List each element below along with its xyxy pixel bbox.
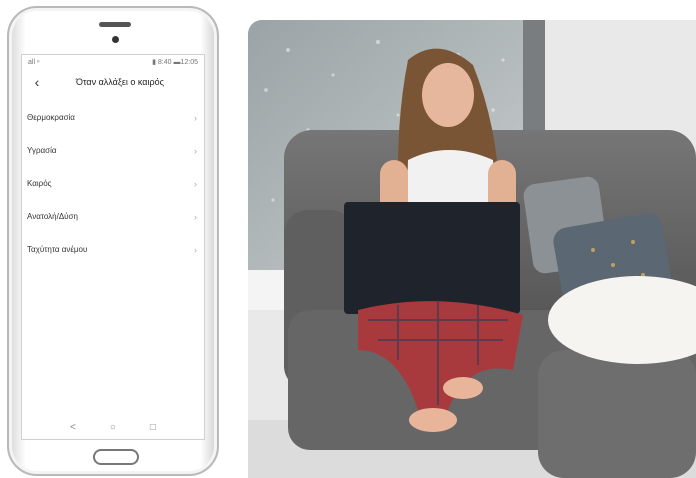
phone-camera — [112, 36, 119, 43]
list-item-humidity[interactable]: Υγρασία › — [22, 134, 204, 167]
chevron-right-icon: › — [194, 244, 197, 255]
chevron-right-icon: › — [194, 178, 197, 189]
battery-time-indicator: ▮ 8:40 ▬12:05 — [152, 59, 198, 66]
nav-home-button[interactable]: ○ — [110, 422, 116, 433]
phone-mockup: all ⁿ ▮ 8:40 ▬12:05 ‹ Όταν αλλάξει ο και… — [7, 6, 219, 476]
app-header: ‹ Όταν αλλάξει ο καιρός — [22, 69, 204, 95]
woman-on-sofa-illustration — [248, 20, 696, 478]
nav-back-button[interactable]: < — [70, 422, 76, 433]
list-item-label: Θερμοκρασία — [27, 113, 75, 122]
page-title: Όταν αλλάξει ο καιρός — [76, 77, 164, 87]
list-item-temperature[interactable]: Θερμοκρασία › — [22, 101, 204, 134]
laptop — [344, 202, 520, 314]
chevron-right-icon: › — [194, 112, 197, 123]
chevron-right-icon: › — [194, 211, 197, 222]
list-item-weather[interactable]: Καιρός › — [22, 167, 204, 200]
lifestyle-photo — [248, 20, 696, 478]
list-item-label: Καιρός — [27, 179, 52, 188]
list-item-label: Ταχύτητα ανέμου — [27, 245, 88, 254]
chevron-right-icon: › — [194, 145, 197, 156]
signal-indicator: all ⁿ — [28, 58, 40, 66]
phone-screen: all ⁿ ▮ 8:40 ▬12:05 ‹ Όταν αλλάξει ο και… — [21, 54, 205, 440]
list-item-label: Ανατολή/Δύση — [27, 212, 78, 221]
system-nav-bar: < ○ □ — [22, 422, 204, 433]
hardware-home-button — [93, 449, 139, 465]
chevron-left-icon: ‹ — [34, 74, 40, 90]
list-item-wind-speed[interactable]: Ταχύτητα ανέμου › — [22, 233, 204, 266]
nav-recents-button[interactable]: □ — [150, 422, 156, 433]
back-button[interactable]: ‹ — [28, 72, 46, 92]
condition-list: Θερμοκρασία › Υγρασία › Καιρός › Ανατολή… — [22, 101, 204, 266]
list-item-label: Υγρασία — [27, 146, 57, 155]
status-bar: all ⁿ ▮ 8:40 ▬12:05 — [22, 55, 204, 69]
phone-speaker — [99, 22, 131, 27]
list-item-sunrise-sunset[interactable]: Ανατολή/Δύση › — [22, 200, 204, 233]
